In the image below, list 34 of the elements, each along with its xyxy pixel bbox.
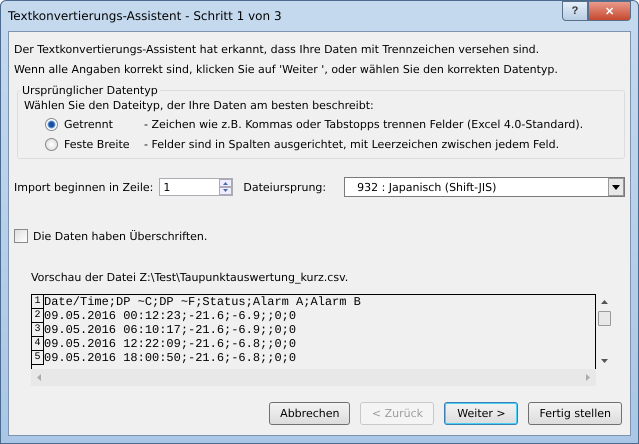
start-row-label: Import beginnen in Zeile: [14,180,154,194]
start-row-spinner[interactable]: 1 [159,178,234,196]
radio-button[interactable] [45,138,58,150]
horizontal-scrollbar[interactable] [31,369,596,386]
help-button[interactable]: ? [562,1,588,21]
radio-label[interactable]: Feste Breite [64,138,144,150]
option-description: - Zeichen wie z.B. Kommas oder Tabstopps trennen Felder (Excel 4.0-Standard). [144,118,584,130]
line-number: 3 [32,323,44,337]
headers-checkbox[interactable] [14,229,28,243]
line-number: 2 [32,309,44,323]
dialog-button[interactable]: Weiter > [444,402,518,425]
line-number: 1 [32,295,44,309]
option-description: - Felder sind in Spalten ausgerichtet, mit Leerzeichen zwischen jedem Feld. [144,138,560,150]
prompt-text: Wählen Sie den Dateityp, der Ihre Daten am besten beschreibt: [24,99,375,112]
window-title: Textkonvertierungs-Assistent - Schritt 1 von 3 [8,9,282,23]
radio-button[interactable] [45,118,58,130]
preview-line: 09.05.2016 18:00:50;-21.6;-6.8;;0;0 [44,351,296,365]
dialog-button[interactable]: Abbrechen [269,402,350,425]
spin-arrows-icon[interactable] [219,179,232,195]
preview-label: Vorschau der Datei Z:\Test\Taupunktauswertung_kurz.csv. [31,271,350,284]
intro-text: Der Textkonvertierungs-Assistent hat erkannt, dass Ihre Daten mit Trennzeichen versehen sind. [14,42,540,58]
preview-line: 09.05.2016 00:12:23;-21.6;-6.9;;0;0 [44,309,296,323]
intro-text: Wenn alle Angaben korrekt sind, klicken Sie auf 'Weiter ', oder wählen Sie den korrekten Datentyp. [14,62,559,78]
file-origin-label: Dateiursprung: [243,180,326,194]
radio-label[interactable]: Getrennt [64,118,144,130]
dialog-button[interactable]: Fertig stellen [528,402,622,425]
preview-line: Date/Time;DP ~C;DP ~F;Status;Alarm A;Alarm B [44,295,361,309]
file-origin-dropdown[interactable]: 932 : Japanisch (Shift-JIS) [344,177,625,197]
line-number: 4 [32,337,44,351]
checkbox-label[interactable]: Die Daten haben Überschriften. [33,230,208,242]
line-number: 5 [32,351,44,365]
preview-line: 09.05.2016 06:10:17;-21.6;-6.9;;0;0 [44,323,296,337]
preview-line: 09.05.2016 12:22:09;-21.6;-6.8;;0;0 [44,337,296,351]
group-title: Ursprünglicher Datentyp [21,84,159,97]
